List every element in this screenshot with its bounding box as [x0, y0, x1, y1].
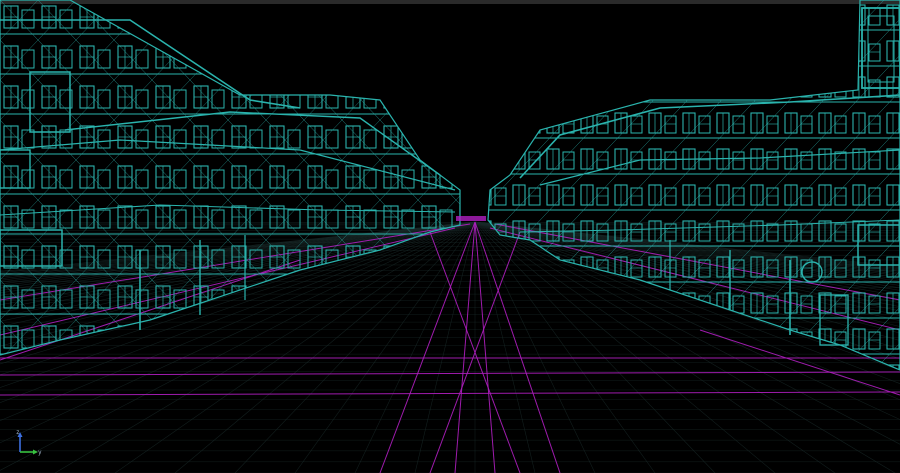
wireframe-scene[interactable]: [0, 0, 900, 473]
vanishing-point-marker: [456, 216, 486, 221]
grid-line: [354, 221, 476, 473]
guide-line: [474, 221, 496, 473]
axis-gizmo: z y: [14, 430, 48, 458]
guide-line: [0, 391, 900, 396]
grid-line: [474, 221, 536, 473]
axis-z-label: z: [16, 429, 20, 436]
grid-line: [414, 221, 476, 473]
left-building-row[interactable]: [0, 0, 461, 356]
3d-viewport[interactable]: z y: [0, 0, 900, 473]
axis-y-label: y: [38, 449, 42, 456]
guide-line: [454, 221, 476, 473]
